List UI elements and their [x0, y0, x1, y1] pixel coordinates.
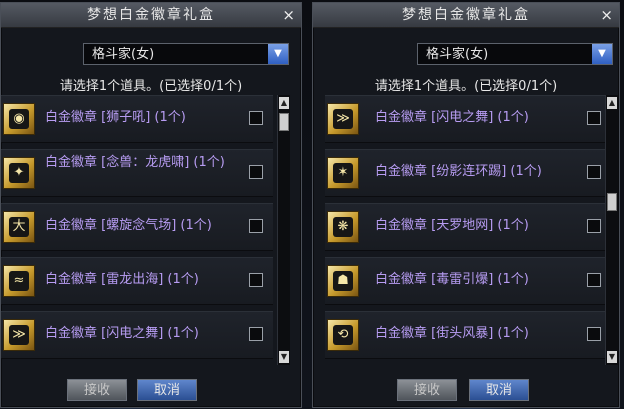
list-item[interactable]: ≫ 白金徽章 [闪电之舞] (1个): [1, 311, 273, 359]
scroll-down-icon[interactable]: ▼: [279, 351, 289, 363]
window-title: 梦想白金徽章礼盒: [313, 3, 619, 28]
lightning-dance-icon: ≫: [3, 319, 35, 351]
street-storm-icon: ⟲: [327, 319, 359, 351]
gift-box-window-left: 梦想白金徽章礼盒 × 格斗家(女) ▼ 请选择1个道具。(已选择0/1个) ◉ …: [0, 2, 302, 408]
scroll-up-icon[interactable]: ▲: [279, 97, 289, 109]
item-label: 白金徽章 [天罗地网] (1个): [375, 218, 529, 233]
item-checkbox[interactable]: [249, 111, 263, 125]
thunder-dragon-icon: ≈: [3, 265, 35, 297]
item-label: 白金徽章 [毒雷引爆] (1个): [375, 272, 529, 287]
close-icon[interactable]: ×: [600, 3, 613, 27]
item-label: 白金徽章 [念兽：龙虎啸] (1个): [45, 155, 225, 170]
dialog-footer: 接收 取消: [313, 375, 619, 407]
item-checkbox[interactable]: [249, 273, 263, 287]
scroll-thumb[interactable]: [279, 113, 289, 131]
item-checkbox[interactable]: [587, 111, 601, 125]
list-item[interactable]: ☗ 白金徽章 [毒雷引爆] (1个): [325, 257, 611, 305]
list-item[interactable]: ≫ 白金徽章 [闪电之舞] (1个): [325, 95, 611, 143]
list-item[interactable]: ✦ 白金徽章 [念兽：龙虎啸] (1个): [1, 149, 273, 197]
scrollbar[interactable]: ▲ ▼: [277, 95, 290, 365]
class-select[interactable]: 格斗家(女) ▼: [417, 43, 613, 65]
sky-net-icon: ❋: [327, 211, 359, 243]
chevron-down-icon[interactable]: ▼: [592, 44, 612, 64]
item-checkbox[interactable]: [249, 219, 263, 233]
dialog-footer: 接收 取消: [1, 375, 301, 407]
item-checkbox[interactable]: [249, 165, 263, 179]
list-item[interactable]: ⟲ 白金徽章 [街头风暴] (1个): [325, 311, 611, 359]
tiger-dragon-icon: ✦: [3, 157, 35, 189]
list-item[interactable]: ✶ 白金徽章 [纷影连环踢] (1个): [325, 149, 611, 197]
item-label: 白金徽章 [街头风暴] (1个): [375, 326, 529, 341]
gift-box-window-right: 梦想白金徽章礼盒 × 格斗家(女) ▼ 请选择1个道具。(已选择0/1个) ≫ …: [312, 2, 620, 408]
item-label: 白金徽章 [螺旋念气场] (1个): [45, 218, 212, 233]
poison-thunder-icon: ☗: [327, 265, 359, 297]
item-checkbox[interactable]: [587, 219, 601, 233]
list-item[interactable]: ≈ 白金徽章 [雷龙出海] (1个): [1, 257, 273, 305]
class-select[interactable]: 格斗家(女) ▼: [83, 43, 289, 65]
selection-hint: 请选择1个道具。(已选择0/1个): [374, 79, 558, 94]
spiral-qi-icon: 大: [3, 211, 35, 243]
item-label: 白金徽章 [纷影连环踢] (1个): [375, 164, 542, 179]
accept-button[interactable]: 接收: [67, 379, 127, 401]
item-checkbox[interactable]: [249, 327, 263, 341]
item-checkbox[interactable]: [587, 273, 601, 287]
item-label: 白金徽章 [狮子吼] (1个): [45, 110, 186, 125]
list-item[interactable]: 大 白金徽章 [螺旋念气场] (1个): [1, 203, 273, 251]
item-label: 白金徽章 [闪电之舞] (1个): [45, 326, 199, 341]
scrollbar[interactable]: ▲ ▼: [605, 95, 618, 365]
scroll-up-icon[interactable]: ▲: [607, 97, 617, 109]
chevron-down-icon[interactable]: ▼: [268, 44, 288, 64]
item-checkbox[interactable]: [587, 165, 601, 179]
item-label: 白金徽章 [雷龙出海] (1个): [45, 272, 199, 287]
class-select-value: 格斗家(女): [426, 47, 489, 62]
class-select-value: 格斗家(女): [92, 47, 155, 62]
cancel-button[interactable]: 取消: [469, 379, 529, 401]
scroll-thumb[interactable]: [607, 193, 617, 211]
list-item[interactable]: ◉ 白金徽章 [狮子吼] (1个): [1, 95, 273, 143]
lightning-dance-icon: ≫: [327, 103, 359, 135]
selection-hint: 请选择1个道具。(已选择0/1个): [59, 79, 243, 94]
window-title: 梦想白金徽章礼盒: [1, 3, 301, 28]
item-label: 白金徽章 [闪电之舞] (1个): [375, 110, 529, 125]
lion-roar-icon: ◉: [3, 103, 35, 135]
accept-button[interactable]: 接收: [397, 379, 457, 401]
scroll-down-icon[interactable]: ▼: [607, 351, 617, 363]
cancel-button[interactable]: 取消: [137, 379, 197, 401]
close-icon[interactable]: ×: [282, 3, 295, 27]
shadow-kick-icon: ✶: [327, 157, 359, 189]
list-item[interactable]: ❋ 白金徽章 [天罗地网] (1个): [325, 203, 611, 251]
item-checkbox[interactable]: [587, 327, 601, 341]
